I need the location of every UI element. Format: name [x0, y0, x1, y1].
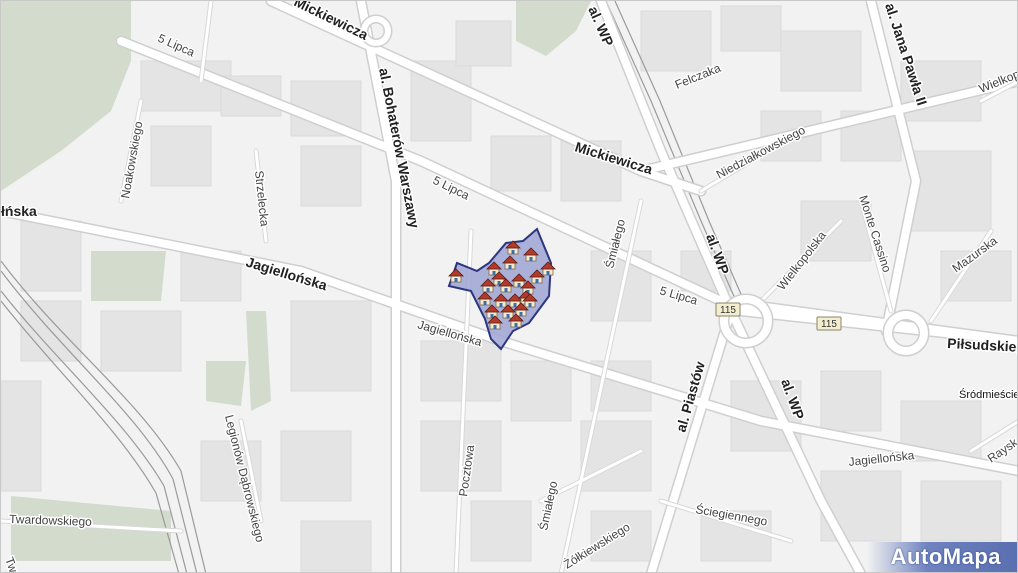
- district-label: Śródmieście: [959, 388, 1018, 401]
- street-label: łńska: [1, 203, 37, 219]
- map-view[interactable]: 115 115 Mickiewicza 5 Lipca al. Bohateró…: [0, 0, 1018, 573]
- road-badge-115-a: 115: [715, 302, 741, 317]
- svg-text:115: 115: [720, 305, 736, 316]
- map-canvas: 115 115 Mickiewicza 5 Lipca al. Bohateró…: [1, 1, 1018, 572]
- svg-text:115: 115: [821, 319, 837, 330]
- automapa-logo: AutoMapa: [867, 542, 1017, 572]
- district-labels: Śródmieście: [958, 387, 1018, 403]
- road-badge-115-b: 115: [816, 316, 842, 331]
- street-label: Twardowskiego: [9, 512, 92, 529]
